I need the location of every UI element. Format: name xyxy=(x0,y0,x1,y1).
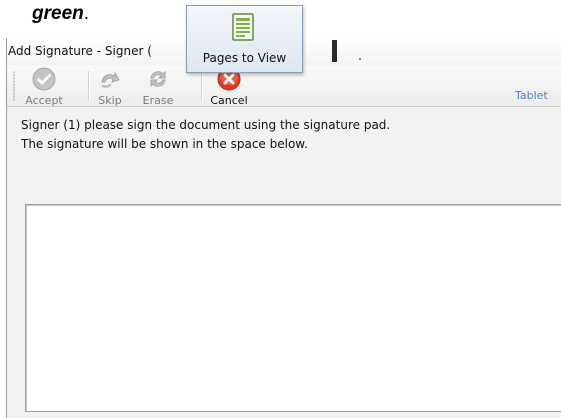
pages-to-view-label: Pages to View xyxy=(202,51,287,65)
toolbar-grip[interactable] xyxy=(13,71,15,101)
pages-to-view-button[interactable]: Pages to View xyxy=(186,5,303,73)
erase-label: Erase xyxy=(142,94,174,107)
tablet-link[interactable]: Tablet xyxy=(515,89,548,102)
skip-button[interactable]: Skip xyxy=(95,67,125,107)
accept-button[interactable]: Accept xyxy=(23,67,65,107)
titlebar-dot xyxy=(359,58,361,60)
toolbar-separator xyxy=(201,71,203,101)
document-word: green xyxy=(32,3,84,24)
refresh-icon xyxy=(150,70,166,88)
skip-arrow-icon xyxy=(101,71,120,88)
erase-button[interactable]: Erase xyxy=(138,67,178,107)
titlebar-graphic xyxy=(332,40,337,62)
accept-label: Accept xyxy=(25,94,63,107)
document-text: green. xyxy=(32,3,89,25)
instructions: Signer (1) please sign the document usin… xyxy=(21,116,390,154)
instruction-line-2: The signature will be shown in the space… xyxy=(21,137,308,151)
cancel-label: Cancel xyxy=(210,94,248,107)
checkmark-icon xyxy=(32,67,56,91)
document-punctuation: . xyxy=(83,3,90,24)
signature-area[interactable] xyxy=(25,204,561,412)
toolbar-separator xyxy=(88,71,90,101)
window-title: Add Signature - Signer ( xyxy=(8,44,152,58)
skip-label: Skip xyxy=(98,94,122,107)
document-list-icon xyxy=(232,13,254,41)
instruction-line-1: Signer (1) please sign the document usin… xyxy=(21,118,391,132)
cancel-button[interactable]: Cancel xyxy=(208,67,250,107)
